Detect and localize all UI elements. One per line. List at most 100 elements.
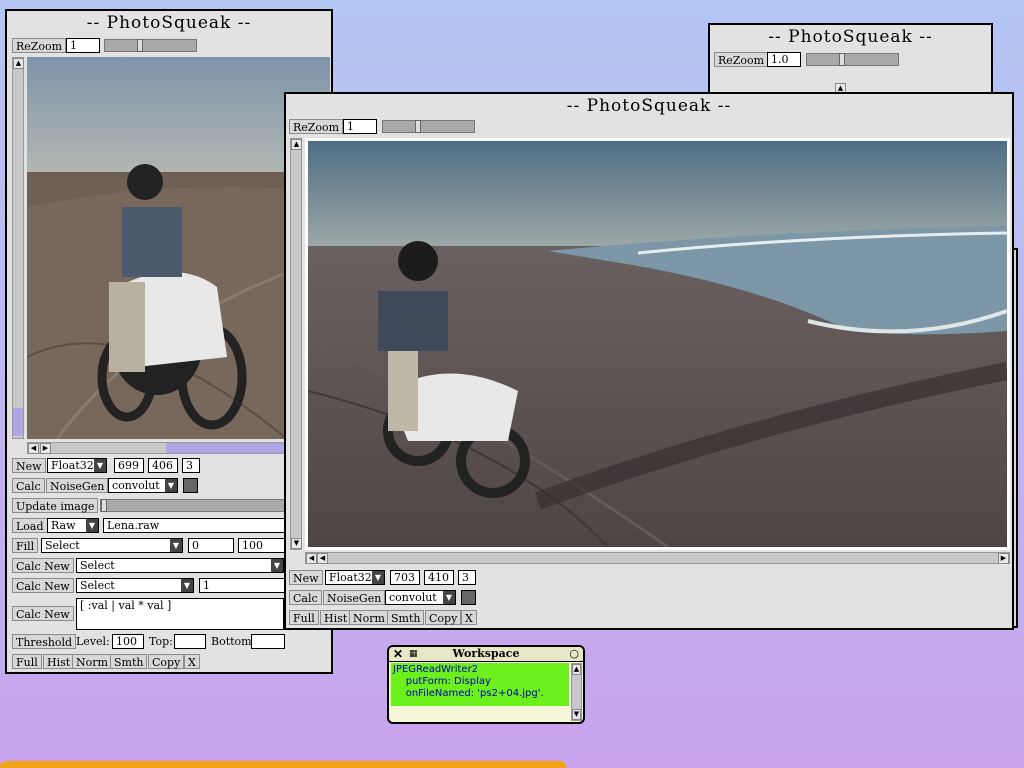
workspace-titlebar[interactable]: ✕ ▦ Workspace ○ [389,647,583,662]
full-button[interactable]: Full [289,610,319,625]
new-button[interactable]: New [289,570,323,585]
window-title: -- PhotoSqueak -- [768,27,933,47]
type-dropdown[interactable]: Float32 ▼ [325,570,385,585]
zoom-field[interactable]: 1.0 [767,52,801,67]
full-button[interactable]: Full [12,654,42,669]
scroll-thumb[interactable] [13,408,23,436]
scroll-left-icon[interactable]: ◀ [306,553,317,564]
zoom-slider[interactable] [382,120,475,133]
top-field[interactable] [174,634,206,649]
filter-dropdown[interactable]: convolut ▼ [108,478,178,493]
norm-button[interactable]: Norm [349,610,389,625]
level-field[interactable]: 100 [112,634,144,649]
level-label: Level: [76,635,110,648]
load-button[interactable]: Load [12,518,48,533]
chevron-down-icon: ▼ [181,579,193,592]
zoom-field[interactable]: 1 [343,119,377,134]
noisegen-button[interactable]: NoiseGen [46,478,109,493]
calc-new-button-1[interactable]: Calc New [12,558,74,573]
height-field[interactable]: 410 [424,570,454,585]
calc-new-select-2[interactable]: Select ▼ [76,578,194,593]
image-horizontal-scrollbar[interactable]: ◀ ◀ ▶ [305,552,1010,564]
color-swatch[interactable] [183,478,198,493]
scroll-left-icon[interactable]: ◀ [28,443,39,454]
chevron-down-icon: ▼ [94,459,106,472]
menu-icon[interactable]: ▦ [409,647,418,661]
update-slider-knob[interactable] [101,499,107,512]
code-line: putForm: Display [393,676,491,687]
zoom-slider-knob[interactable] [839,53,845,66]
threshold-button[interactable]: Threshold [12,634,77,649]
collapse-icon[interactable]: ○ [569,647,579,661]
smth-button[interactable]: Smth [110,654,148,669]
zoom-field[interactable]: 1 [66,38,100,53]
copy-button[interactable]: Copy [148,654,185,669]
photosqueak-window-front: -- PhotoSqueak -- ReZoom 1 ▲ ▼ ◀ ◀ ▶ New… [284,92,1014,630]
copy-button[interactable]: Copy [425,610,462,625]
type-dropdown[interactable]: Float32 ▼ [47,458,107,473]
zoom-slider-knob[interactable] [415,120,421,133]
zoom-slider[interactable] [806,53,899,66]
hist-button[interactable]: Hist [320,610,352,625]
filter-value: convolut [112,479,160,492]
scroll-right-icon[interactable]: ▶ [40,443,51,454]
fill-from-field[interactable]: 0 [188,538,234,553]
chevron-down-icon: ▼ [170,539,182,552]
scroll-right-icon[interactable]: ▶ [998,553,1009,564]
fill-button[interactable]: Fill [12,538,39,553]
rezoom-button[interactable]: ReZoom [289,119,344,134]
rezoom-button[interactable]: ReZoom [12,38,67,53]
scroll-down-icon[interactable]: ▼ [572,709,581,720]
workspace-text-area[interactable]: JPEGReadWriter2 putForm: Display onFileN… [391,663,569,706]
chevron-down-icon: ▼ [165,479,177,492]
calc-code-field[interactable]: [ :val | val * val ] [76,598,284,630]
calc-new-select-1[interactable]: Select ▼ [76,558,284,573]
close-icon[interactable]: ✕ [393,647,403,661]
scroll-up-icon[interactable]: ▲ [291,139,302,150]
color-swatch[interactable] [461,590,476,605]
calc-button[interactable]: Calc [12,478,45,493]
width-field[interactable]: 699 [114,458,144,473]
norm-button[interactable]: Norm [72,654,112,669]
calc-new-button-2[interactable]: Calc New [12,578,74,593]
chevron-down-icon: ▼ [86,519,98,532]
chevron-down-icon: ▼ [443,591,455,604]
calc-button[interactable]: Calc [289,590,322,605]
channels-field[interactable]: 3 [458,570,476,585]
chevron-down-icon: ▼ [372,571,384,584]
close-image-button[interactable]: X [184,654,200,669]
flap-tab[interactable] [0,761,566,768]
format-dropdown[interactable]: Raw ▼ [47,518,99,533]
chevron-down-icon: ▼ [271,559,283,572]
scroll-up-icon[interactable]: ▲ [13,58,24,69]
update-image-button[interactable]: Update image [12,498,99,513]
code-line: JPEGReadWriter2 [393,664,479,675]
smth-button[interactable]: Smth [387,610,425,625]
top-label: Top: [149,635,173,648]
width-field[interactable]: 703 [390,570,420,585]
scroll-down-icon[interactable]: ▼ [291,538,302,549]
hist-button[interactable]: Hist [43,654,75,669]
calc-new-button-3[interactable]: Calc New [12,606,74,621]
calc-new-select-2-value: Select [80,579,115,592]
fill-select-dropdown[interactable]: Select ▼ [41,538,183,553]
window-title: -- PhotoSqueak -- [86,13,252,33]
motorcycle-photo-front [305,138,1010,550]
scroll-up-icon[interactable]: ▲ [572,664,581,675]
close-image-button[interactable]: X [461,610,477,625]
filter-dropdown[interactable]: convolut ▼ [385,590,456,605]
zoom-slider[interactable] [104,39,197,52]
rezoom-button[interactable]: ReZoom [714,52,769,67]
workspace-scrollbar[interactable]: ▲ ▼ [571,663,582,721]
image-vertical-scrollbar[interactable]: ▲ ▼ [290,138,302,550]
scroll-left-icon-2[interactable]: ◀ [317,553,328,564]
filter-value: convolut [389,591,437,604]
window-title: -- PhotoSqueak -- [566,96,732,116]
height-field[interactable]: 406 [148,458,178,473]
bottom-field[interactable] [251,634,285,649]
zoom-slider-knob[interactable] [137,39,143,52]
new-button[interactable]: New [12,458,46,473]
channels-field[interactable]: 3 [182,458,200,473]
noisegen-button[interactable]: NoiseGen [323,590,386,605]
image-vertical-scrollbar[interactable]: ▲ [12,57,24,439]
